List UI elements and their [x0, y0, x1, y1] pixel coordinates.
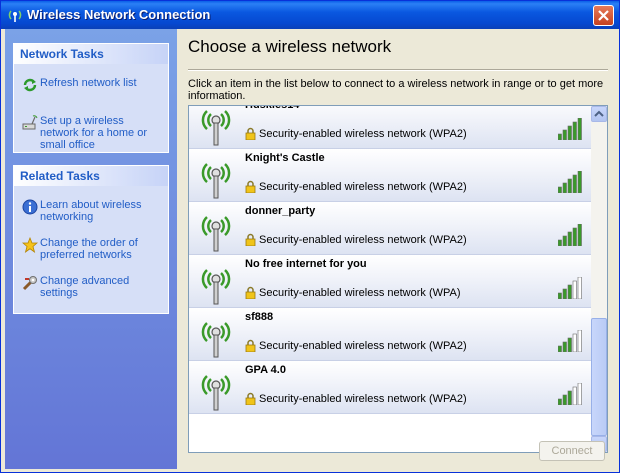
network-name: No free internet for you — [245, 258, 367, 270]
network-list-item[interactable]: Knight's Castle Security-enabled wireles… — [189, 149, 592, 202]
network-name: GPA 4.0 — [245, 364, 286, 376]
security-status: Security-enabled wireless network (WPA) — [259, 287, 461, 299]
wireless-antenna-icon — [201, 269, 231, 305]
network-name: sf888 — [245, 311, 274, 323]
close-icon — [598, 10, 609, 21]
security-status: Security-enabled wireless network (WPA2) — [259, 234, 467, 246]
learn-about-wireless-label: Learn about wireless networking — [40, 199, 142, 223]
lock-icon — [245, 339, 256, 352]
scroll-up-button[interactable] — [591, 106, 607, 122]
network-name: donner_party — [245, 205, 316, 217]
close-button[interactable] — [593, 5, 614, 26]
network-list[interactable]: Huskies14 Security-enabled wireless netw… — [188, 105, 608, 453]
lock-icon — [245, 127, 256, 140]
wireless-icon — [8, 10, 22, 22]
wireless-network-window: Wireless Network Connection Network Task… — [0, 0, 620, 473]
network-list-item[interactable]: donner_party Security-enabled wireless n… — [189, 202, 592, 255]
related-tasks-panel: Related Tasks Learn about wireless netwo… — [13, 165, 169, 314]
network-tasks-heading: Network Tasks — [14, 44, 168, 64]
divider — [188, 69, 608, 71]
lock-icon — [245, 180, 256, 193]
instructions-text: Click an item in the list below to conne… — [188, 78, 604, 102]
change-advanced-settings-label: Change advanced settings — [40, 275, 130, 299]
signal-strength-icon — [558, 330, 582, 352]
star-icon — [22, 237, 38, 253]
scroll-thumb[interactable] — [591, 318, 607, 436]
network-list-item[interactable]: Huskies14 Security-enabled wireless netw… — [189, 105, 592, 149]
signal-strength-icon — [558, 383, 582, 405]
network-tasks-panel: Network Tasks Refresh network list Set u… — [13, 43, 169, 153]
vertical-scrollbar[interactable] — [591, 106, 607, 452]
connect-button[interactable]: Connect — [539, 441, 605, 461]
wireless-antenna-icon — [201, 163, 231, 199]
network-name: Huskies14 — [245, 105, 300, 111]
wireless-antenna-icon — [201, 322, 231, 358]
setup-wireless-icon — [22, 115, 38, 130]
security-status: Security-enabled wireless network (WPA2) — [259, 340, 467, 352]
network-list-item[interactable]: GPA 4.0 Security-enabled wireless networ… — [189, 361, 592, 414]
setup-wireless-network-label: Set up a wireless network for a home or … — [40, 115, 147, 151]
security-status: Security-enabled wireless network (WPA2) — [259, 128, 467, 140]
signal-strength-icon — [558, 171, 582, 193]
network-list-item[interactable]: No free internet for you Security-enable… — [189, 255, 592, 308]
lock-icon — [245, 286, 256, 299]
change-order-preferred-label: Change the order of preferred networks — [40, 237, 138, 261]
signal-strength-icon — [558, 118, 582, 140]
refresh-network-list-label: Refresh network list — [40, 77, 137, 89]
info-icon — [22, 199, 38, 215]
related-tasks-heading: Related Tasks — [14, 166, 168, 186]
sidebar: Network Tasks Refresh network list Set u… — [5, 29, 177, 469]
network-name: Knight's Castle — [245, 152, 325, 164]
chevron-up-icon — [594, 110, 604, 117]
settings-icon — [22, 276, 37, 291]
signal-strength-icon — [558, 277, 582, 299]
window-title: Wireless Network Connection — [27, 7, 211, 22]
security-status: Security-enabled wireless network (WPA2) — [259, 393, 467, 405]
security-status: Security-enabled wireless network (WPA2) — [259, 181, 467, 193]
wireless-antenna-icon — [201, 216, 231, 252]
main-panel: Choose a wireless network Click an item … — [177, 29, 619, 472]
wireless-antenna-icon — [201, 110, 231, 146]
refresh-icon — [23, 78, 37, 92]
signal-strength-icon — [558, 224, 582, 246]
network-list-item[interactable]: sf888 Security-enabled wireless network … — [189, 308, 592, 361]
wireless-antenna-icon — [201, 375, 231, 411]
lock-icon — [245, 392, 256, 405]
lock-icon — [245, 233, 256, 246]
page-title: Choose a wireless network — [188, 37, 392, 56]
title-bar[interactable]: Wireless Network Connection — [1, 1, 619, 29]
